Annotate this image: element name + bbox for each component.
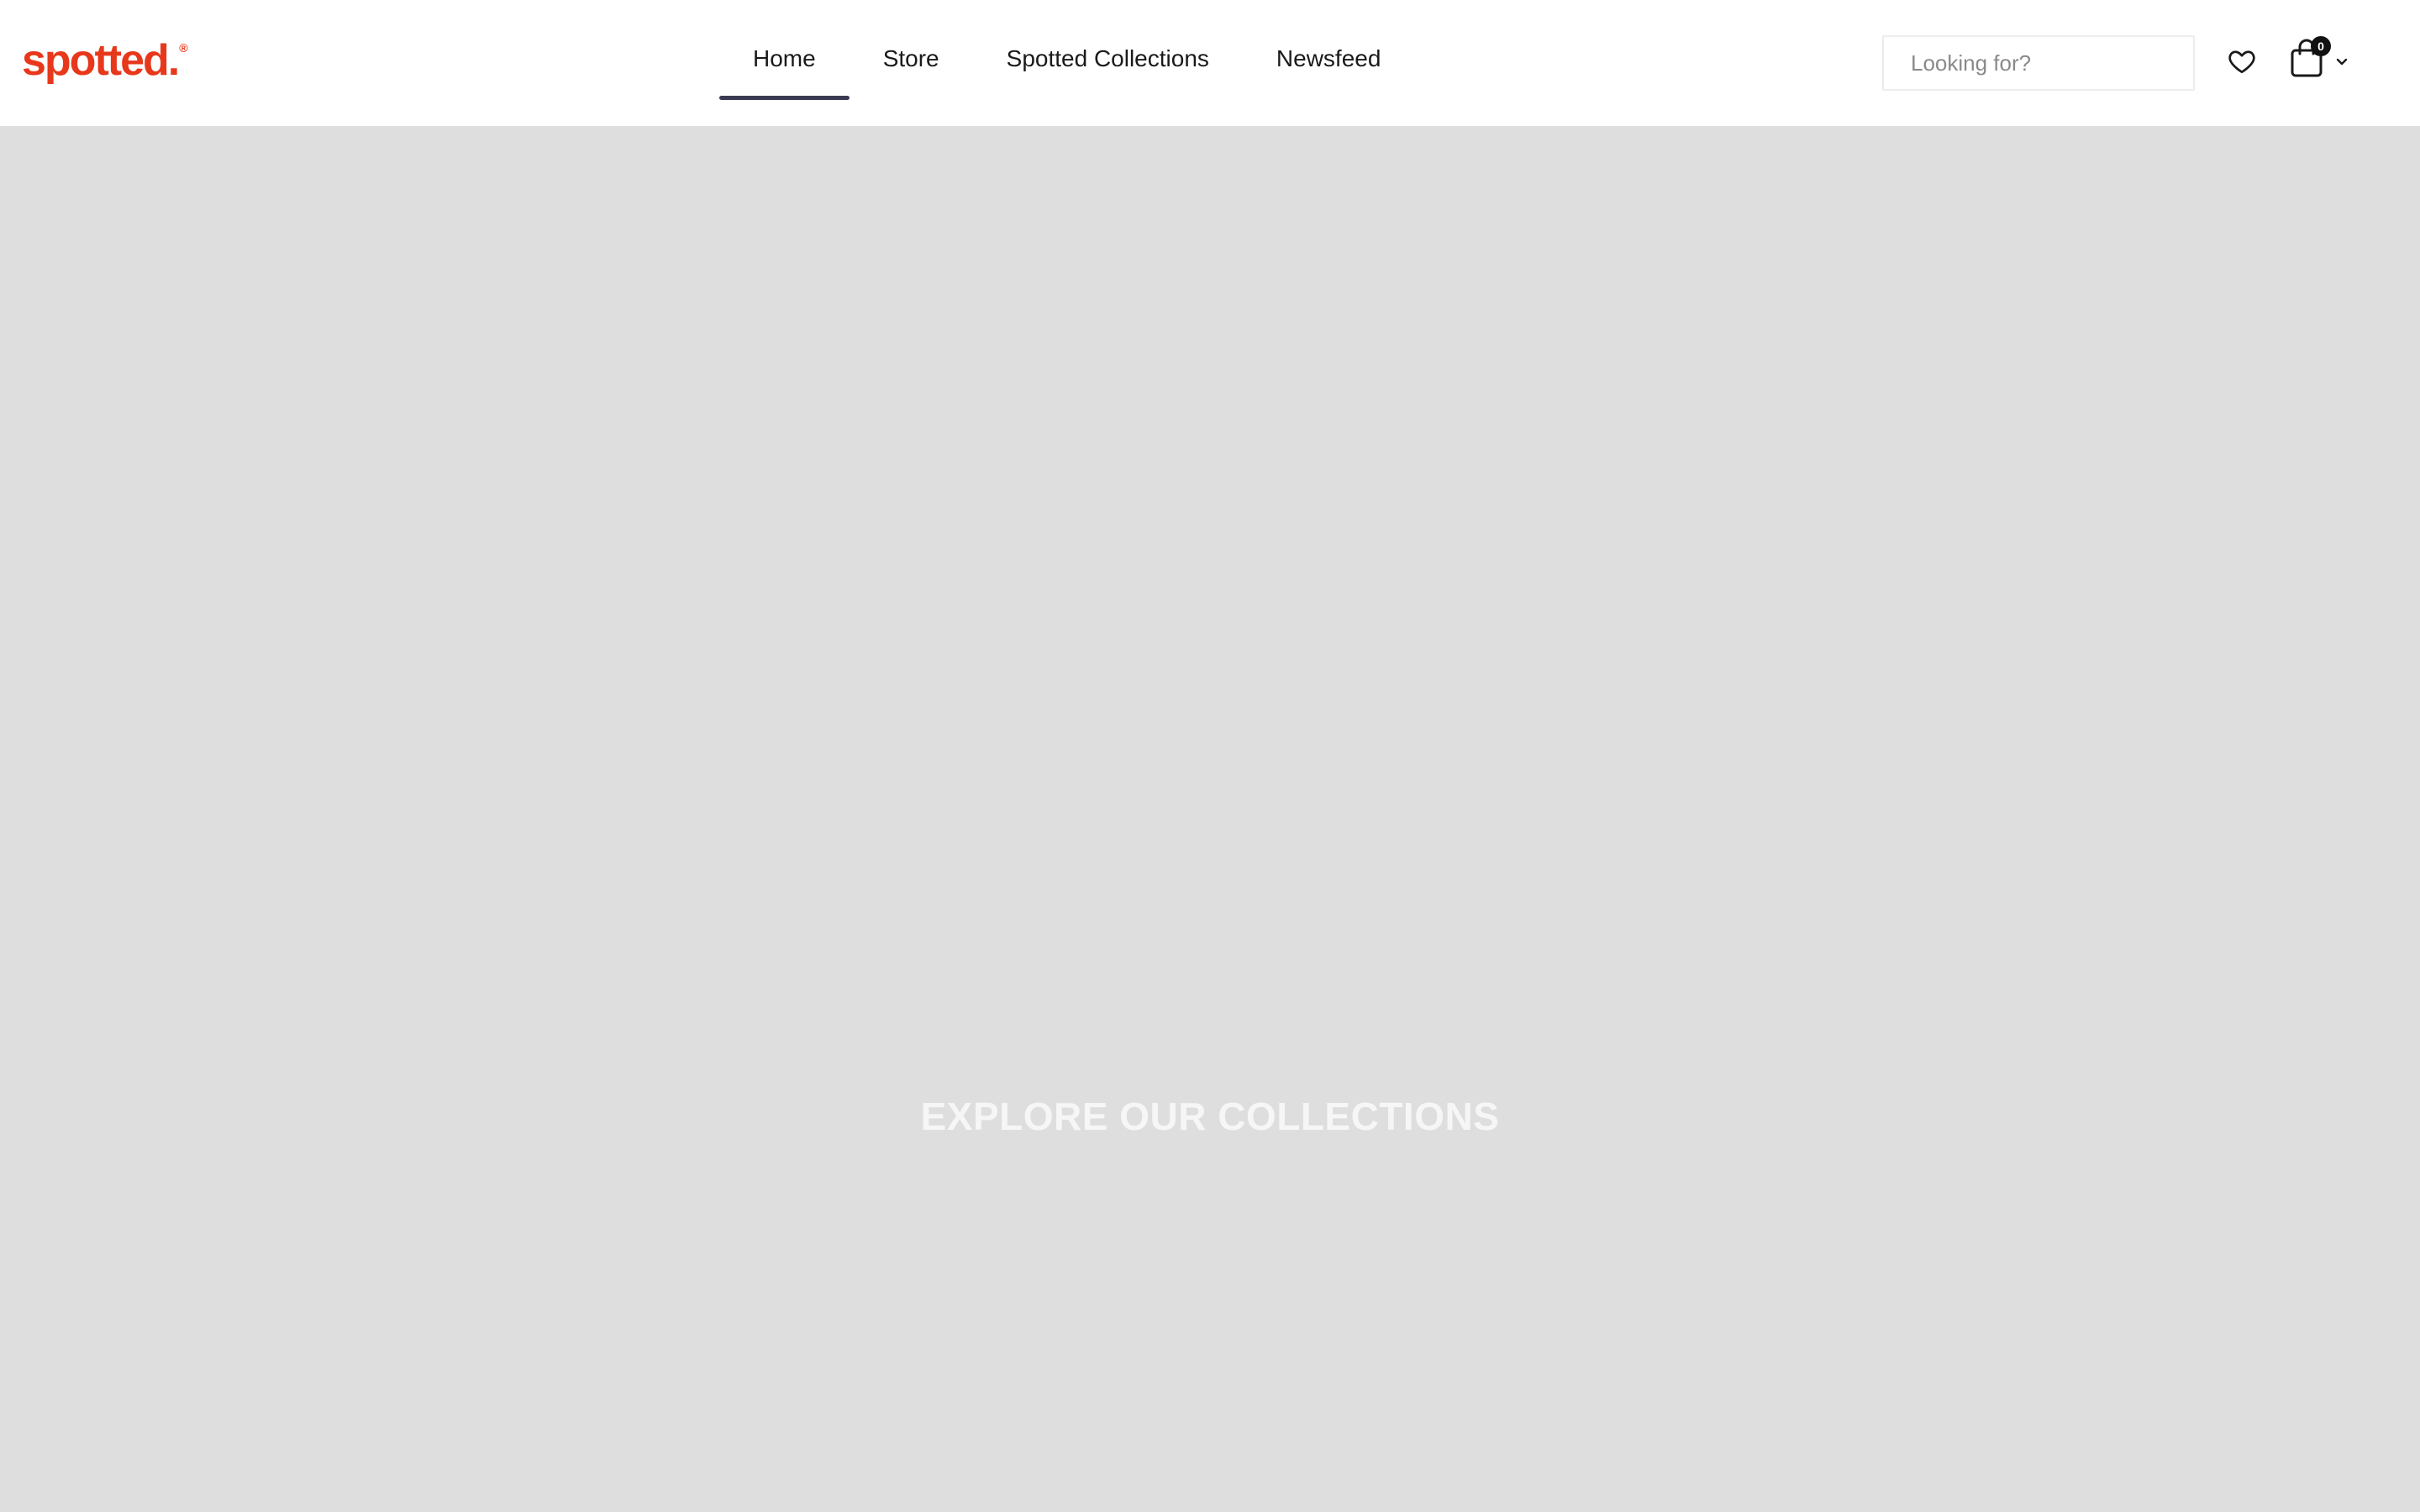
logo-text: spotted. xyxy=(22,36,180,85)
nav-item-label: Newsfeed xyxy=(1276,45,1381,71)
main-nav: Home Store Spotted Collections Newsfeed xyxy=(719,0,1414,126)
search-input[interactable] xyxy=(1882,35,2195,91)
nav-item-home[interactable]: Home xyxy=(719,0,850,126)
hero-banner: EXPLORE OUR COLLECTIONS xyxy=(0,126,2420,1512)
hero-title[interactable]: EXPLORE OUR COLLECTIONS xyxy=(0,1094,2420,1139)
nav-item-newsfeed[interactable]: Newsfeed xyxy=(1243,0,1415,126)
nav-item-store[interactable]: Store xyxy=(850,0,973,126)
cart-count-badge: 0 xyxy=(2311,36,2331,56)
nav-item-spotted-collections[interactable]: Spotted Collections xyxy=(973,0,1243,126)
chevron-down-icon[interactable] xyxy=(2334,55,2349,67)
nav-item-label: Store xyxy=(882,45,939,71)
heart-icon[interactable] xyxy=(2227,46,2257,76)
site-header: spotted. ® Home Store Spotted Collection… xyxy=(0,0,2420,126)
nav-item-label: Home xyxy=(753,45,816,71)
logo-registered-mark: ® xyxy=(179,41,188,55)
nav-item-label: Spotted Collections xyxy=(1006,45,1209,71)
spotted-logo[interactable]: spotted. ® xyxy=(22,35,188,86)
